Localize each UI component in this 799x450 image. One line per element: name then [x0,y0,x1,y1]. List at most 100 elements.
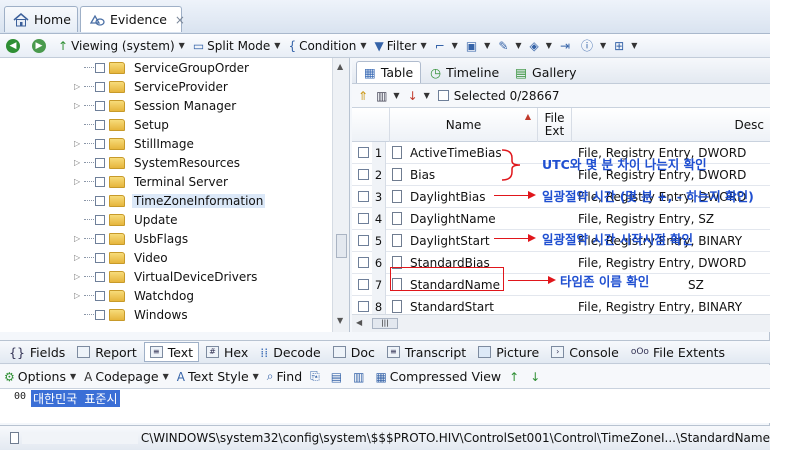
expand-icon[interactable]: ▷ [74,234,80,243]
tab-decode[interactable]: ⁞⁞ Decode [255,342,325,362]
tree-checkbox[interactable] [95,195,105,206]
options-dropdown[interactable]: ⚙ Options ▼ [4,369,76,384]
row-checkbox[interactable] [358,279,369,290]
codepage-dropdown[interactable]: A Codepage ▼ [84,369,169,384]
expand-icon[interactable]: ▷ [74,158,80,167]
go-up-button[interactable]: ↑ [509,370,522,384]
tab-console[interactable]: › Console [546,342,624,362]
expand-icon[interactable]: ▷ [74,82,80,91]
tree-item[interactable]: ▷ UsbFlags [0,229,332,248]
text-style-dropdown[interactable]: A Text Style ▼ [177,369,259,384]
tree-checkbox[interactable] [95,271,105,282]
tree-item[interactable]: ServiceGroupOrder [0,58,332,77]
row-checkbox[interactable] [358,213,369,224]
split-mode-dropdown[interactable]: ▭ Split Mode ▼ [193,39,281,53]
chevron-down-icon[interactable]: ▼ [424,91,430,100]
scroll-up-icon[interactable]: ▲ [337,62,343,71]
row-checkbox[interactable] [358,301,369,312]
tab-doc[interactable]: Doc [328,342,380,362]
table-hscrollbar[interactable]: ◀ ||| [352,314,770,332]
chevron-down-icon[interactable]: ▼ [393,91,399,100]
link-button[interactable]: ◈ ▼ [530,39,552,53]
sort-icon[interactable]: ↓ [408,89,418,103]
tab-timeline[interactable]: ◷ Timeline [423,61,506,83]
expand-icon[interactable]: ▷ [74,101,80,110]
header-select[interactable] [352,108,390,142]
row-checkbox[interactable] [358,147,369,158]
filter-dropdown[interactable]: ▼ Filter ▼ [375,39,427,53]
tree-checkbox[interactable] [95,214,105,225]
export-button[interactable]: ⇥ [560,39,573,53]
tree-item[interactable]: ▷ Video [0,248,332,267]
tree-item[interactable]: ▷ SystemResources [0,153,332,172]
header-name[interactable]: Name ▲ [390,108,538,142]
tree-button[interactable]: ⊞ ▼ [614,39,637,53]
copy-button[interactable]: ⎘ [310,369,323,384]
up-folder-icon[interactable]: ⇑ [358,89,368,103]
tab-report[interactable]: Report [72,342,141,362]
select-all-checkbox[interactable] [437,90,449,101]
tree-item[interactable]: ▷ Terminal Server [0,172,332,191]
tree-item[interactable]: ▷ StillImage [0,134,332,153]
expand-icon[interactable]: ▷ [74,253,80,262]
tab-gallery[interactable]: ▤ Gallery [508,61,583,83]
text-content[interactable]: 00 대한민국 표준시 [0,389,770,423]
condition-dropdown[interactable]: { Condition ▼ [288,39,366,53]
tag-button[interactable]: ⌐ ▼ [435,39,458,53]
tree-checkbox[interactable] [95,81,105,92]
compressed-view-button[interactable]: ▦ Compressed View [375,369,501,384]
header-file-ext[interactable]: File Ext [538,108,572,142]
expand-icon[interactable]: ▷ [74,139,80,148]
expand-icon[interactable]: ▷ [74,177,80,186]
info-button[interactable]: ⓘ ▼ [581,37,606,54]
viewing-dropdown[interactable]: ↑ Viewing (system) ▼ [58,39,185,53]
scroll-down-icon[interactable]: ▼ [337,316,343,325]
table-row[interactable]: 4 DaylightName File, Registry Entry, SZ [352,208,770,230]
row-checkbox[interactable] [358,257,369,268]
find-button[interactable]: ⌕ Find [267,369,302,384]
tab-file-extents[interactable]: oOo File Extents [626,342,730,362]
go-down-button[interactable]: ↓ [530,370,543,384]
pen-button[interactable]: ✎ ▼ [498,39,521,53]
tree-item[interactable]: Setup [0,115,332,134]
bookmark-button[interactable]: ▣ ▼ [466,39,491,53]
row-checkbox[interactable] [358,169,369,180]
text-selection[interactable]: 대한민국 표준시 [31,390,120,407]
tab-picture[interactable]: Picture [473,342,544,362]
tree-checkbox[interactable] [95,100,105,111]
back-button[interactable]: ◀ [6,38,24,53]
scroll-thumb[interactable] [336,234,347,258]
tab-home[interactable]: Home [4,6,78,32]
row-checkbox[interactable] [358,191,369,202]
tree-item[interactable]: ▷ Session Manager [0,96,332,115]
tab-evidence[interactable]: Evidence × [80,6,185,32]
row-checkbox[interactable] [358,235,369,246]
tree-item-selected[interactable]: TimeZoneInformation [0,191,332,210]
tree-item[interactable]: Update [0,210,332,229]
tab-transcript[interactable]: ≡ Transcript [382,342,471,362]
tree-checkbox[interactable] [95,138,105,149]
tab-fields[interactable]: {} Fields [4,342,70,362]
forward-button[interactable]: ▶ [32,38,50,53]
tab-table[interactable]: ▦ Table [356,61,422,83]
tree-item[interactable]: ▷ VirtualDeviceDrivers [0,267,332,286]
tree-item[interactable]: Windows [0,305,332,324]
tree-checkbox[interactable] [95,157,105,168]
tab-text[interactable]: ≡ Text [143,342,199,362]
tree-checkbox[interactable] [95,309,105,320]
tree-item[interactable]: ▷ Watchdog [0,286,332,305]
export-text-button[interactable]: ▤ [331,370,345,384]
expand-icon[interactable]: ▷ [74,272,80,281]
print-button[interactable]: ▥ [353,370,367,384]
expand-icon[interactable]: ▷ [74,291,80,300]
tree-checkbox[interactable] [95,62,105,73]
close-icon[interactable]: × [175,13,185,27]
tree-checkbox[interactable] [95,119,105,130]
header-description[interactable]: Desc [572,108,770,142]
tree-checkbox[interactable] [95,252,105,263]
columns-icon[interactable]: ▥ [376,89,387,103]
tree-scrollbar[interactable]: ▲ ▼ [332,58,349,332]
tree-checkbox[interactable] [95,290,105,301]
tree-checkbox[interactable] [95,233,105,244]
tab-hex[interactable]: # Hex [201,342,253,362]
